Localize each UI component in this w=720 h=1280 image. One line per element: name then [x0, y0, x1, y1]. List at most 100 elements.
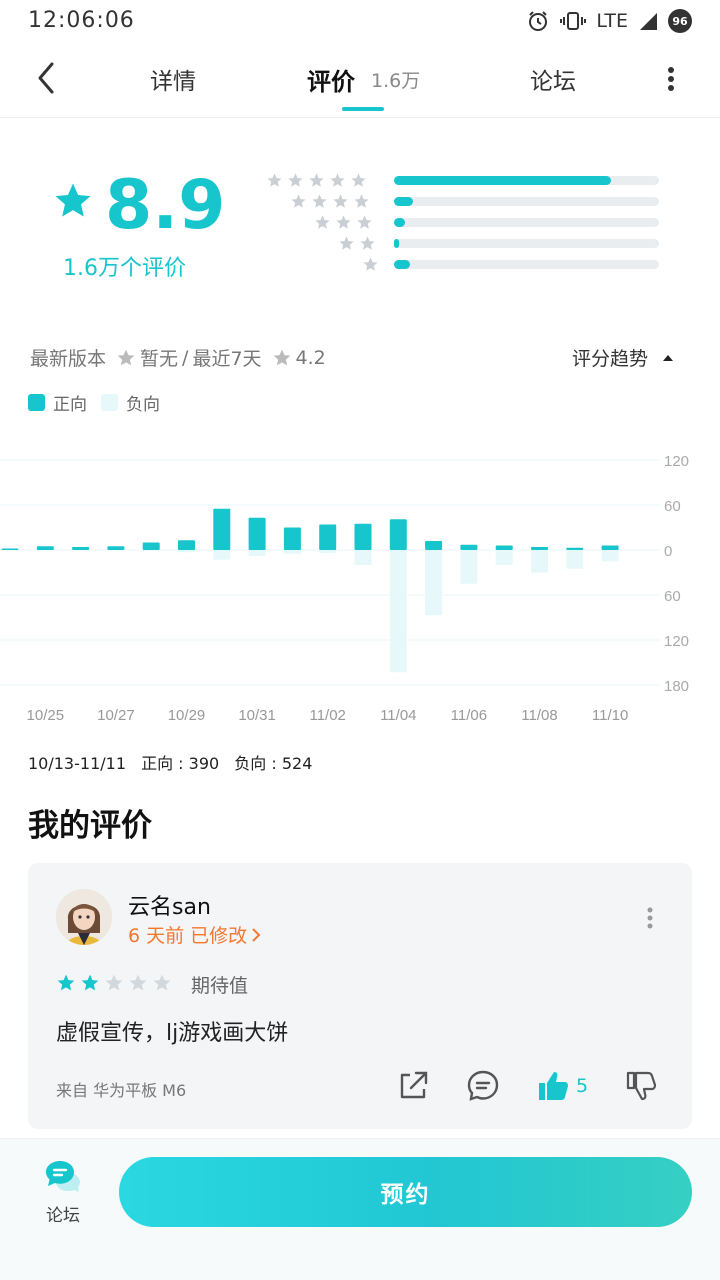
star-icon — [309, 173, 324, 187]
bar-negative — [283, 550, 301, 554]
bar-negative — [354, 550, 372, 565]
thumbs-up-icon[interactable] — [536, 1069, 570, 1103]
distribution-row-5-star — [267, 172, 660, 190]
star-icon — [333, 194, 348, 208]
reserve-button-label: 预约 — [380, 1182, 431, 1208]
avatar[interactable] — [56, 889, 112, 945]
avatar-image — [56, 889, 112, 945]
distribution-row-4-star — [270, 193, 660, 211]
distribution-row-3-star — [270, 214, 660, 232]
x-tick-label: 10/25 — [27, 707, 65, 724]
score-count: 1.6万个评价 — [63, 256, 186, 281]
bar-positive — [36, 546, 54, 550]
username[interactable]: 云名san — [128, 889, 211, 921]
star-icon — [363, 257, 378, 271]
bottom-forum-label[interactable]: 论坛 — [46, 1201, 80, 1226]
y-tick-label: 120 — [664, 633, 689, 650]
x-tick-label: 10/29 — [168, 707, 206, 724]
legend-positive-label: 正向 — [53, 395, 87, 415]
bottom-bar: 论坛 预约 — [0, 1138, 720, 1280]
distribution-bar-track — [394, 218, 659, 227]
bar-positive — [1, 548, 19, 550]
bar-negative — [566, 550, 584, 569]
review-tag: 期待值 — [191, 975, 249, 997]
star-empty-icon — [153, 974, 171, 991]
star-icon — [267, 173, 282, 187]
bar-positive — [354, 523, 372, 550]
bar-positive — [389, 519, 407, 550]
tab-review[interactable]: 评价 — [307, 62, 355, 97]
like-count: 5 — [576, 1075, 589, 1097]
recent-label: 最近7天 — [192, 348, 262, 370]
star-empty-icon — [105, 974, 123, 991]
latest-version-label: 最新版本 — [30, 348, 107, 370]
y-tick-label: 180 — [664, 678, 689, 695]
star-icon — [351, 173, 366, 187]
bar-positive — [72, 547, 90, 550]
distribution-stars — [266, 172, 367, 189]
star-icon — [339, 236, 354, 250]
bar-negative — [213, 550, 231, 560]
distribution-stars — [362, 256, 379, 273]
x-tick-label: 11/02 — [309, 707, 345, 724]
x-tick-label: 10/31 — [238, 707, 276, 724]
summary-positive: 正向 : 390 — [141, 754, 220, 773]
reserve-button[interactable]: 预约 — [119, 1157, 692, 1227]
x-tick-label: 11/06 — [451, 707, 487, 724]
bar-positive — [460, 544, 478, 550]
y-tick-label: 60 — [664, 588, 681, 605]
x-tick-label: 11/10 — [592, 707, 628, 724]
bar-negative — [248, 550, 266, 556]
legend-negative: 负向 — [101, 390, 160, 415]
distribution-bar-track — [394, 260, 659, 269]
caret-up-icon — [663, 354, 674, 361]
bar-positive — [425, 541, 443, 550]
bar-negative — [178, 550, 195, 553]
score-trend-chart: 120 60 0 60 120 180 10/25 10/27 10/29 10/31 11/02 1… — [0, 453, 689, 724]
star-icon — [291, 194, 306, 208]
tab-forum[interactable]: 论坛 — [530, 62, 576, 96]
more-options-icon[interactable] — [660, 62, 682, 96]
legend-negative-swatch — [101, 394, 118, 411]
distribution-bar-fill — [394, 260, 410, 269]
bar-negative — [495, 550, 513, 565]
review-device: 来自 华为平板 M6 — [56, 1081, 187, 1100]
star-filled-icon — [81, 974, 99, 991]
tab-active-indicator — [342, 107, 384, 111]
my-review-title: 我的评价 — [28, 808, 152, 844]
score-trend-toggle[interactable]: 评分趋势 — [572, 344, 674, 371]
y-tick-label: 0 — [664, 543, 672, 560]
distribution-bar-track — [394, 239, 659, 248]
latest-version-value: 暂无 — [140, 348, 179, 370]
distribution-bar-fill — [394, 239, 400, 248]
star-icon — [117, 349, 135, 365]
comment-icon[interactable] — [466, 1069, 500, 1103]
bar-positive — [178, 540, 195, 550]
bar-negative — [601, 550, 619, 562]
thumbs-down-icon[interactable] — [624, 1069, 658, 1103]
bar-negative — [460, 550, 478, 584]
recent-value: 4.2 — [295, 346, 326, 369]
bar-positive — [142, 542, 160, 550]
distribution-stars — [338, 235, 376, 252]
chevron-right-icon — [252, 927, 261, 942]
bar-negative — [319, 550, 337, 553]
share-icon[interactable] — [396, 1069, 430, 1103]
star-icon — [330, 173, 345, 187]
forum-icon[interactable] — [44, 1159, 82, 1195]
network-type: LTE — [596, 10, 628, 32]
bar-positive — [248, 517, 266, 550]
bar-positive — [283, 527, 301, 550]
chart-legend: 正向 负向 — [28, 390, 174, 415]
review-more-icon[interactable] — [640, 905, 660, 931]
bar-positive — [213, 508, 231, 550]
bar-positive — [566, 547, 584, 550]
distribution-bar-fill — [394, 197, 413, 206]
tab-detail[interactable]: 详情 — [150, 62, 196, 96]
distribution-bar-fill — [394, 176, 612, 185]
back-icon[interactable] — [30, 58, 66, 98]
star-filled-icon — [57, 974, 75, 991]
edited-info[interactable]: 6 天前 已修改 — [128, 921, 261, 948]
signal-icon — [640, 13, 657, 30]
distribution-row-1-star — [270, 256, 660, 274]
